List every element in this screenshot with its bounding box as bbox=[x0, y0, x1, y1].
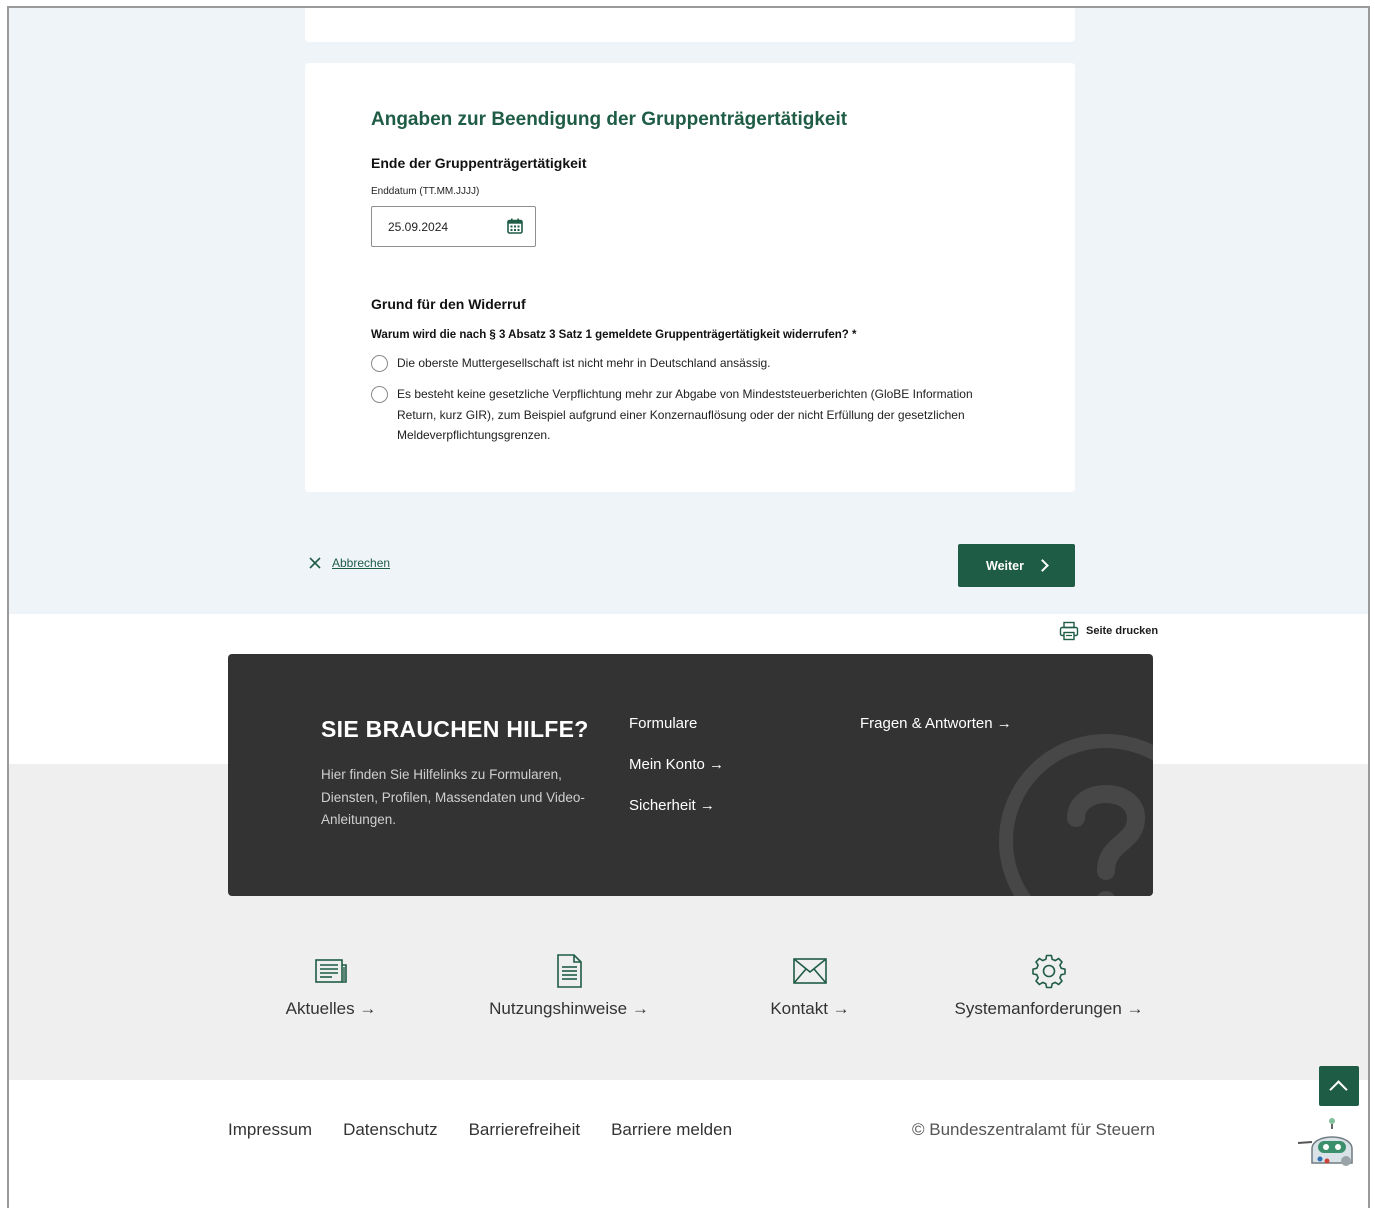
end-details-card: Angaben zur Beendigung der Gruppenträger… bbox=[305, 63, 1075, 492]
radio-button[interactable] bbox=[371, 355, 388, 372]
footer-link-label[interactable]: Systemanforderungen → bbox=[944, 999, 1154, 1019]
page-frame: Angaben zur Beendigung der Gruppenträger… bbox=[7, 6, 1370, 1208]
footer-link-usage[interactable]: Nutzungshinweise → bbox=[479, 953, 659, 1019]
print-page-link[interactable]: Seite drucken bbox=[1059, 621, 1158, 641]
back-to-top-button[interactable] bbox=[1319, 1066, 1359, 1106]
footer-link-label[interactable]: Nutzungshinweise → bbox=[479, 999, 659, 1019]
help-panel: SIE BRAUCHEN HILFE? Hier finden Sie Hilf… bbox=[228, 654, 1153, 896]
legal-link-imprint[interactable]: Impressum bbox=[228, 1120, 312, 1140]
footer-link-news[interactable]: Aktuelles → bbox=[271, 953, 391, 1019]
next-label[interactable]: Weiter bbox=[986, 559, 1024, 573]
footer-link-label[interactable]: Aktuelles → bbox=[271, 999, 391, 1019]
legal-link-privacy[interactable]: Datenschutz bbox=[343, 1120, 438, 1140]
help-link-forms[interactable]: Formulare bbox=[629, 715, 697, 732]
footer-link-requirements[interactable]: Systemanforderungen → bbox=[944, 953, 1154, 1019]
reason-option-1[interactable]: Die oberste Muttergesellschaft ist nicht… bbox=[371, 355, 987, 374]
help-link-security[interactable]: Sicherheit → bbox=[629, 797, 715, 814]
close-icon[interactable] bbox=[309, 557, 321, 569]
end-date-value[interactable]: 25.09.2024 bbox=[388, 220, 448, 234]
legal-links: Impressum Datenschutz Barrierefreiheit B… bbox=[228, 1120, 763, 1140]
cancel-link[interactable]: Abbrechen bbox=[309, 556, 390, 570]
footer-link-label[interactable]: Kontakt → bbox=[750, 999, 870, 1019]
footer-link-contact[interactable]: Kontakt → bbox=[750, 953, 870, 1019]
help-title: SIE BRAUCHEN HILFE? bbox=[321, 716, 589, 742]
legal-link-accessibility[interactable]: Barrierefreiheit bbox=[469, 1120, 581, 1140]
previous-card bbox=[305, 8, 1075, 42]
next-button[interactable]: Weiter bbox=[958, 544, 1075, 587]
reason-title: Grund für den Widerruf bbox=[371, 296, 526, 312]
cancel-label[interactable]: Abbrechen bbox=[332, 556, 390, 570]
radio-label[interactable]: Die oberste Muttergesellschaft ist nicht… bbox=[397, 353, 987, 374]
reason-question: Warum wird die nach § 3 Absatz 3 Satz 1 … bbox=[371, 329, 857, 341]
calendar-icon[interactable] bbox=[507, 218, 523, 234]
newspaper-icon[interactable] bbox=[313, 953, 349, 989]
radio-label[interactable]: Es besteht keine gesetzliche Verpflichtu… bbox=[397, 384, 987, 446]
robot-icon[interactable] bbox=[1294, 1115, 1358, 1171]
help-link-account[interactable]: Mein Konto → bbox=[629, 756, 724, 773]
legal-link-report-barrier[interactable]: Barriere melden bbox=[611, 1120, 732, 1140]
printer-icon[interactable] bbox=[1059, 621, 1079, 641]
gear-icon[interactable] bbox=[1031, 953, 1067, 989]
print-label[interactable]: Seite drucken bbox=[1086, 625, 1158, 637]
help-text: Hier finden Sie Hilfelinks zu Formularen… bbox=[321, 767, 585, 827]
document-icon[interactable] bbox=[551, 953, 587, 989]
end-subtitle: Ende der Gruppenträgertätigkeit bbox=[371, 155, 587, 171]
chevron-up-icon[interactable] bbox=[1329, 1080, 1348, 1099]
reason-option-2[interactable]: Es besteht keine gesetzliche Verpflichtu… bbox=[371, 386, 987, 446]
question-icon bbox=[999, 734, 1153, 896]
chevron-right-icon[interactable] bbox=[1036, 559, 1049, 572]
radio-button[interactable] bbox=[371, 386, 388, 403]
help-link-faq[interactable]: Fragen & Antworten → bbox=[860, 715, 1012, 732]
section-title: Angaben zur Beendigung der Gruppenträger… bbox=[371, 109, 848, 130]
copyright: © Bundeszentralamt für Steuern bbox=[912, 1120, 1156, 1139]
envelope-icon[interactable] bbox=[792, 953, 828, 989]
end-date-input[interactable]: 25.09.2024 bbox=[371, 206, 536, 247]
date-label: Enddatum (TT.MM.JJJJ) bbox=[371, 186, 480, 197]
